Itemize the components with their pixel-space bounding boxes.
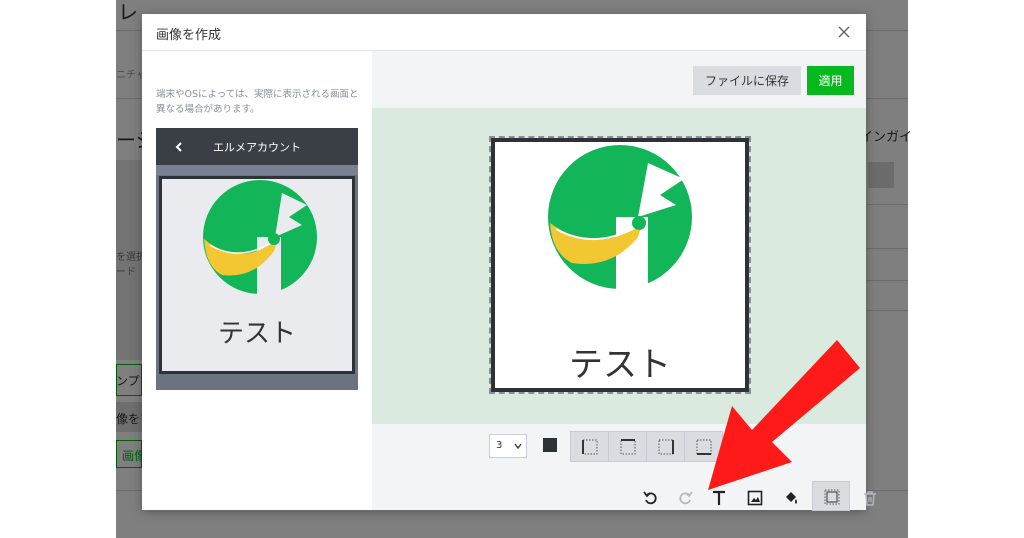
border-color-swatch[interactable] xyxy=(543,438,557,452)
undo-icon xyxy=(643,491,657,505)
chevron-down-icon xyxy=(514,443,522,450)
apply-button[interactable]: 適用 xyxy=(807,66,854,95)
border-right-icon xyxy=(658,439,674,455)
logo-image xyxy=(548,145,692,289)
screen: レ ニチャ ージ インガイ を選択 ード ンプレ 像をア 画像 画像を作成 端末… xyxy=(0,0,1024,538)
dialog-title: 画像を作成 xyxy=(156,28,222,43)
phone-image-caption: テスト xyxy=(217,319,296,349)
preview-note: 端末やOSによっては、実際に表示される画面と異なる場合があります。 xyxy=(156,89,359,115)
border-style-left-button[interactable] xyxy=(571,432,609,461)
border-style-top-button[interactable] xyxy=(609,432,647,461)
redo-button[interactable] xyxy=(672,485,698,511)
logo-image xyxy=(203,180,317,295)
redo-icon xyxy=(679,491,693,505)
phone-rich-menu-card: テスト xyxy=(159,176,355,374)
border-top-icon xyxy=(620,439,636,455)
border-style-right-button[interactable] xyxy=(647,432,685,461)
save-to-file-button[interactable]: ファイルに保存 xyxy=(693,66,801,95)
close-button[interactable] xyxy=(832,20,856,44)
red-arrow-annotation xyxy=(708,340,860,490)
action-bar: ファイルに保存 適用 xyxy=(372,51,866,108)
border-width-select[interactable]: 3 xyxy=(489,434,527,458)
border-width-value: 3 xyxy=(496,440,503,451)
phone-strip xyxy=(156,165,358,175)
phone-account-name: エルメアカウント xyxy=(213,141,301,154)
dialog-header: 画像を作成 xyxy=(142,14,866,51)
phone-header-bar: エルメアカウント xyxy=(156,128,358,165)
border-left-icon xyxy=(582,439,598,455)
undo-button[interactable] xyxy=(638,485,664,511)
close-icon xyxy=(838,26,850,38)
phone-preview: エルメアカウント テスト xyxy=(156,128,358,390)
